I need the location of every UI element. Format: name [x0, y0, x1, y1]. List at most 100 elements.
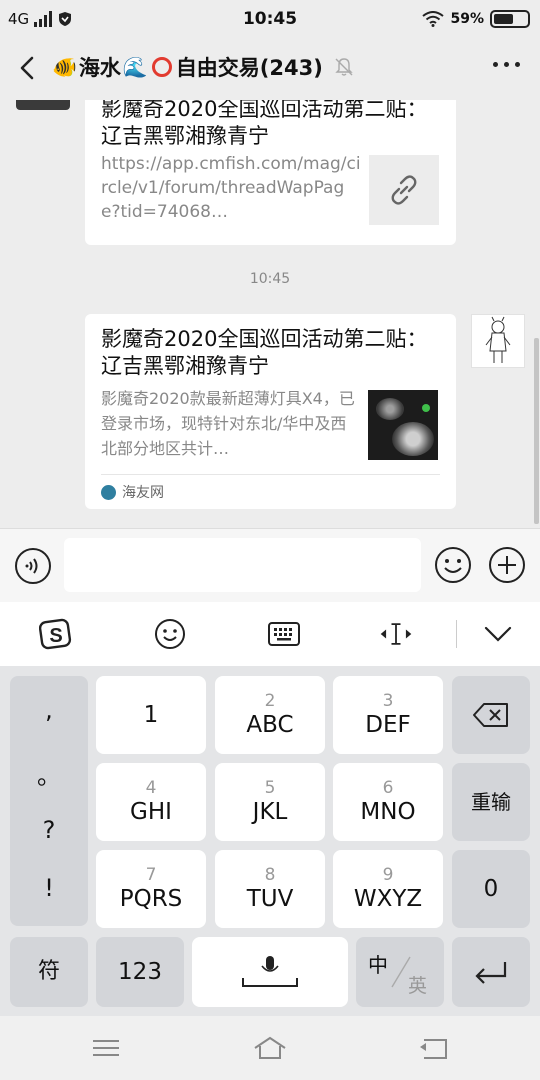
svg-text:S: S [49, 625, 62, 647]
chat-title: 🐠 海水 🌊 自由交易(243) [52, 52, 355, 82]
key-4[interactable]: 4 GHI [96, 763, 206, 841]
source-logo-icon [101, 484, 116, 500]
key-6-num: 6 [382, 778, 394, 798]
article-card-title: 影魔奇2020全国巡回活动第二贴：辽吉黑鄂湘豫青宁 [101, 327, 428, 378]
toolbar-separator [456, 620, 457, 648]
symbol-key[interactable]: 符 [10, 937, 88, 1007]
key-9-label: WXYZ [353, 886, 423, 912]
enter-key[interactable] [452, 937, 530, 1007]
more-options-icon[interactable] [493, 62, 520, 67]
punctuation-column[interactable]: , 。 ? ! [10, 676, 88, 926]
mute-bell-icon [335, 58, 353, 76]
microphone-space-icon [242, 956, 298, 987]
link-message-card[interactable]: 影魔奇2020全国巡回活动第二贴：辽吉黑鄂湘豫青宁 https://app.cm… [85, 100, 456, 245]
key-4-num: 4 [145, 778, 157, 798]
menu-icon[interactable] [88, 1034, 124, 1062]
enter-arrow-icon [475, 962, 507, 984]
chat-header: 🐠 海水 🌊 自由交易(243) [0, 38, 540, 100]
key-8-label: TUV [246, 886, 294, 912]
key-2-label: ABC [246, 712, 294, 738]
card-divider [101, 474, 440, 475]
backspace-key[interactable] [452, 676, 530, 754]
emoji-icon[interactable] [434, 546, 472, 584]
zh-label: 中 [368, 953, 388, 977]
my-avatar[interactable] [471, 314, 525, 368]
key-3-label: DEF [365, 712, 411, 738]
key-5[interactable]: 5 JKL [215, 763, 325, 841]
hide-keyboard-chevron-icon[interactable] [480, 616, 516, 652]
back-nav-icon[interactable] [416, 1034, 452, 1062]
article-thumbnail [368, 390, 438, 460]
key-3-num: 3 [382, 691, 394, 711]
message-input[interactable] [64, 538, 421, 592]
title-part-2: 自由交易(243) [175, 56, 323, 80]
message-input-bar [0, 528, 540, 602]
back-arrow-icon[interactable] [12, 52, 44, 84]
message-timestamp: 10:45 [249, 271, 291, 287]
title-part-1: 海水 [78, 56, 121, 80]
message-list[interactable]: 影魔奇2020全国巡回活动第二贴：辽吉黑鄂湘豫青宁 https://app.cm… [0, 100, 540, 528]
sogou-logo-icon[interactable]: S [38, 616, 74, 652]
battery-fill [494, 14, 513, 24]
key-6[interactable]: 6 MNO [333, 763, 443, 841]
key-7-label: PQRS [119, 886, 183, 912]
punct-period[interactable]: 。 [10, 756, 88, 791]
retype-key[interactable]: 重输 [452, 763, 530, 841]
key-5-num: 5 [264, 778, 276, 798]
key-1[interactable]: 1 [96, 676, 206, 754]
punct-question[interactable]: ? [10, 816, 88, 844]
key-2-num: 2 [264, 691, 276, 711]
key-9-num: 9 [382, 865, 394, 885]
cursor-move-icon[interactable] [378, 616, 414, 652]
key-4-label: GHI [130, 799, 172, 825]
chat-scrollbar[interactable] [534, 338, 539, 524]
key-7[interactable]: 7 PQRS [96, 850, 206, 928]
key-7-num: 7 [145, 865, 157, 885]
article-card-description: 影魔奇2020款最新超薄灯具X4，已登录市场，现特针对东北/华中及西北部分地区共… [101, 389, 355, 458]
key-2[interactable]: 2 ABC [215, 676, 325, 754]
t9-keyboard: , 。 ? ! 1 2 ABC 3 DEF 4 GHI 5 JKL 6 MNO … [0, 666, 540, 1016]
sender-avatar[interactable] [16, 100, 70, 110]
retype-label: 重输 [471, 790, 511, 814]
zh-en-toggle-key[interactable]: 中 英 [356, 937, 444, 1007]
key-3[interactable]: 3 DEF [333, 676, 443, 754]
punct-exclaim[interactable]: ! [10, 874, 88, 902]
add-more-icon[interactable] [488, 546, 526, 584]
status-bar: 4G 10:45 59% [0, 0, 540, 38]
space-key[interactable] [192, 937, 348, 1007]
link-card-url: https://app.cmfish.com/mag/circle/v1/for… [101, 154, 361, 222]
cartoon-avatar-icon [485, 316, 511, 363]
key-0-label: 0 [483, 876, 499, 902]
link-thumbnail [369, 155, 439, 225]
key-9[interactable]: 9 WXYZ [333, 850, 443, 928]
wifi-icon [422, 11, 445, 27]
status-right: 59% [422, 10, 530, 28]
voice-input-icon[interactable] [14, 547, 52, 585]
fish-emoji-icon: 🐠 [52, 55, 77, 79]
numeric-key[interactable]: 123 [96, 937, 184, 1007]
numeric-label: 123 [118, 959, 162, 985]
battery-icon [490, 10, 530, 28]
battery-percent: 59% [450, 11, 484, 27]
red-circle-icon [151, 57, 172, 77]
article-message-card[interactable]: 影魔奇2020全国巡回活动第二贴：辽吉黑鄂湘豫青宁 影魔奇2020款最新超薄灯具… [85, 314, 456, 509]
key-8[interactable]: 8 TUV [215, 850, 325, 928]
keyboard-toolbar: S [0, 602, 540, 666]
backspace-icon [473, 703, 508, 727]
keyboard-layout-icon[interactable] [266, 616, 302, 652]
home-icon[interactable] [252, 1034, 288, 1062]
keyboard-emoji-icon[interactable] [152, 616, 188, 652]
article-source: 海友网 [101, 482, 164, 502]
key-0[interactable]: 0 [452, 850, 530, 928]
key-6-label: MNO [360, 799, 416, 825]
system-navigation-bar [0, 1016, 540, 1080]
punct-comma[interactable]: , [10, 696, 88, 724]
key-1-label: 1 [143, 702, 159, 728]
key-8-num: 8 [264, 865, 276, 885]
link-card-title: 影魔奇2020全国巡回活动第二贴：辽吉黑鄂湘豫青宁 [101, 100, 428, 148]
symbol-label: 符 [37, 959, 60, 984]
key-5-label: JKL [252, 799, 288, 825]
wave-emoji-icon: 🌊 [122, 55, 148, 79]
source-name: 海友网 [122, 485, 164, 501]
en-label: 英 [408, 975, 428, 997]
